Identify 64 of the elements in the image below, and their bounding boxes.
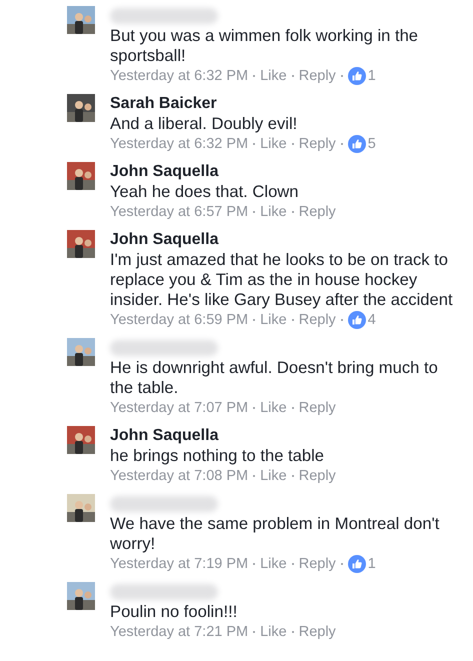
author-name[interactable]: John Saquella [110, 161, 465, 182]
timestamp: Yesterday at 6:59 PM [110, 311, 248, 329]
separator-dot [292, 75, 294, 77]
comment-text: Yeah he does that. Clown [110, 182, 300, 202]
timestamp: Yesterday at 7:19 PM [110, 555, 248, 573]
reaction-count: 1 [368, 555, 376, 573]
reply-link[interactable]: Reply [298, 555, 336, 573]
reply-link[interactable]: Reply [298, 203, 336, 221]
separator-dot [253, 143, 256, 145]
separator-dot [292, 143, 294, 145]
thumbs-up-icon[interactable] [348, 67, 366, 85]
separator-dot [253, 631, 256, 633]
timestamp: Yesterday at 6:32 PM [110, 135, 248, 153]
separator-dot [253, 407, 256, 409]
like-link[interactable]: Like [260, 67, 287, 85]
reply-link[interactable]: Reply [298, 311, 336, 329]
reply-link[interactable]: Reply [298, 399, 336, 417]
separator-dot [253, 563, 256, 565]
separator-dot [340, 143, 343, 145]
separator-dot [340, 75, 343, 77]
author-name[interactable]: Sarah Baicker [110, 93, 465, 114]
like-link[interactable]: Like [260, 399, 287, 417]
separator-dot [253, 475, 256, 477]
reaction-count: 4 [368, 311, 376, 329]
like-link[interactable]: Like [260, 555, 287, 573]
comment-text: We have the same problem in Montreal don't worry! [110, 514, 440, 554]
timestamp: Yesterday at 7:07 PM [110, 399, 248, 417]
comment-text: But you was a wimmen folk working in the sportsball! [110, 26, 420, 66]
timestamp: Yesterday at 7:08 PM [110, 467, 248, 485]
separator-dot [253, 319, 256, 321]
like-link[interactable]: Like [260, 623, 287, 641]
reply-link[interactable]: Reply [298, 135, 336, 153]
separator-dot [292, 211, 294, 213]
thumbs-up-icon[interactable] [348, 555, 366, 573]
timestamp: Yesterday at 6:57 PM [110, 203, 248, 221]
separator-dot [292, 407, 294, 409]
separator-dot [253, 75, 256, 77]
thumbs-up-icon[interactable] [348, 135, 366, 153]
separator-dot [340, 563, 343, 565]
comment-text: I'm just amazed that he looks to be on track to replace you & Tim as the in house hockey insider. He's like Gary Busey after the accident [110, 250, 454, 310]
separator-dot [253, 211, 256, 213]
separator-dot [292, 475, 294, 477]
separator-dot [292, 563, 294, 565]
like-link[interactable]: Like [260, 135, 287, 153]
comment-text: he brings nothing to the table [110, 446, 326, 466]
separator-dot [292, 319, 294, 321]
comment-text: Poulin no foolin!!! [110, 602, 238, 622]
reaction-count: 5 [368, 135, 376, 153]
comment-text: He is downright awful. Doesn't bring much to the table. [110, 358, 439, 398]
reply-link[interactable]: Reply [298, 623, 336, 641]
like-link[interactable]: Like [260, 311, 287, 329]
separator-dot [340, 319, 343, 321]
like-link[interactable]: Like [260, 467, 287, 485]
author-name[interactable]: John Saquella [110, 425, 465, 446]
separator-dot [292, 631, 294, 633]
timestamp: Yesterday at 6:32 PM [110, 67, 248, 85]
like-link[interactable]: Like [260, 203, 287, 221]
thumbs-up-icon[interactable] [348, 311, 366, 329]
timestamp: Yesterday at 7:21 PM [110, 623, 248, 641]
reply-link[interactable]: Reply [298, 67, 336, 85]
author-name[interactable]: John Saquella [110, 229, 465, 250]
reply-link[interactable]: Reply [298, 467, 336, 485]
comment-text: And a liberal. Doubly evil! [110, 114, 298, 134]
reaction-count: 1 [368, 67, 376, 85]
